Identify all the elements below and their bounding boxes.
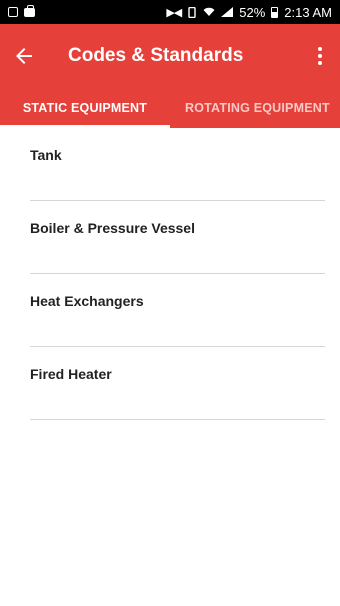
status-left [8,4,35,17]
overflow-dot [318,61,322,65]
overflow-menu-icon[interactable] [310,44,330,68]
status-bar: ▶◀ 52% 2:13 AM [0,0,340,24]
nfc-icon: ▶◀ [166,6,182,19]
divider [30,419,325,420]
notification-icon [8,7,18,17]
battery-percent: 52% [239,4,266,20]
list-item-label: Boiler & Pressure Vessel [30,220,195,236]
signal-icon [221,7,234,17]
list-item-fired-heater[interactable]: Fired Heater [0,347,340,420]
list-item-label: Heat Exchangers [30,293,144,309]
back-arrow-icon[interactable] [12,44,36,68]
tab-bar: STATIC EQUIPMENT ROTATING EQUIPMENT [0,88,340,128]
app-bar: Codes & Standards STATIC EQUIPMENT ROTAT… [0,24,340,128]
list-item-boiler-pressure-vessel[interactable]: Boiler & Pressure Vessel [0,201,340,274]
tab-rotating-equipment[interactable]: ROTATING EQUIPMENT [170,88,340,128]
list-item-label: Fired Heater [30,366,112,382]
status-right: ▶◀ 52% 2:13 AM [166,5,332,20]
vibrate-icon [188,6,196,18]
equipment-list: Tank Boiler & Pressure Vessel Heat Excha… [0,128,340,420]
clock: 2:13 AM [284,4,332,20]
tab-static-equipment[interactable]: STATIC EQUIPMENT [0,88,170,128]
overflow-dot [318,47,322,51]
list-item-label: Tank [30,147,62,163]
shopping-bag-icon [24,4,35,17]
battery-icon [271,6,279,18]
list-item-tank[interactable]: Tank [0,128,340,201]
page-title: Codes & Standards [68,45,244,66]
list-item-heat-exchangers[interactable]: Heat Exchangers [0,274,340,347]
toolbar: Codes & Standards [0,24,340,88]
overflow-dot [318,54,322,58]
wifi-icon [203,7,215,16]
